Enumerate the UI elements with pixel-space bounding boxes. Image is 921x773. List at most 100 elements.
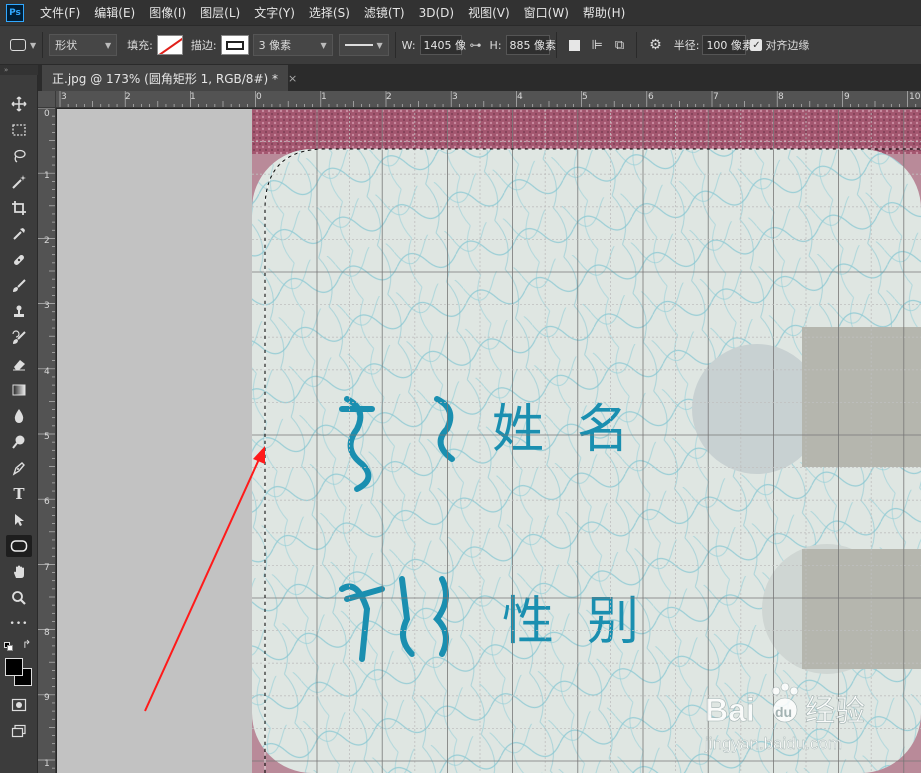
- pen-tool-icon[interactable]: [6, 457, 32, 479]
- ruler-label: 3: [61, 92, 67, 102]
- clone-stamp-tool-icon[interactable]: [6, 301, 32, 323]
- ruler-label: 7: [713, 92, 719, 102]
- height-value: 885 像素: [509, 39, 557, 52]
- menu-help[interactable]: 帮助(H): [583, 4, 625, 21]
- annotation-arrow: [144, 446, 265, 712]
- width-input[interactable]: 1405 像: [419, 35, 466, 55]
- path-alignment-icon[interactable]: ⊫: [592, 38, 603, 53]
- document-canvas[interactable]: 姓 名 性 别 Bai du 经验 jingyan.baidu.com: [57, 109, 921, 773]
- lasso-tool-icon[interactable]: [6, 145, 32, 167]
- menu-filter[interactable]: 滤镜(T): [364, 4, 405, 21]
- default-colors-icon[interactable]: [4, 642, 13, 651]
- align-edges-label: 对齐边缘: [765, 39, 810, 52]
- close-icon[interactable]: ×: [288, 72, 297, 85]
- width-label: W:: [401, 38, 416, 52]
- history-brush-tool-icon[interactable]: [6, 327, 32, 349]
- swap-colors-icon[interactable]: ↱: [22, 638, 31, 651]
- brush-tool-icon[interactable]: [6, 275, 32, 297]
- ruler-label: 4: [44, 367, 50, 377]
- ruler-label: 10: [909, 92, 921, 102]
- ruler-label: 6: [648, 92, 654, 102]
- dodge-tool-icon[interactable]: [6, 431, 32, 453]
- ruler-label: 3: [44, 301, 50, 311]
- divider: [42, 32, 44, 58]
- link-icon[interactable]: ⊶: [470, 38, 482, 52]
- gear-icon[interactable]: ⚙: [649, 37, 662, 53]
- align-edges-checkbox[interactable]: ✓ 对齐边缘: [750, 37, 809, 53]
- tool-preset-picker[interactable]: ▼: [10, 39, 36, 51]
- eyedropper-tool-icon[interactable]: [6, 223, 32, 245]
- ruler-label: 9: [844, 92, 850, 102]
- ruler-label: 1: [44, 759, 50, 769]
- options-bar: ▼ 形状 ▼ 填充: 描边: 3 像素 ▼ ▼ W: 1405 像 ⊶ H: 8…: [0, 25, 921, 65]
- eraser-tool-icon[interactable]: [6, 353, 32, 375]
- menu-select[interactable]: 选择(S): [309, 4, 350, 21]
- path-arrangement-icon[interactable]: ⧉: [615, 38, 624, 53]
- fill-label: 填充:: [127, 39, 153, 52]
- photoshop-logo-icon[interactable]: Ps: [6, 3, 24, 22]
- ruler-label: 1: [321, 92, 327, 102]
- solid-line-icon: [344, 44, 373, 46]
- type-tool-icon[interactable]: T: [6, 483, 32, 505]
- ruler-origin[interactable]: [38, 91, 56, 108]
- menu-3d[interactable]: 3D(D): [419, 6, 454, 20]
- watermark-paw-text: du: [775, 704, 792, 720]
- document-tab[interactable]: 正.jpg @ 173% (圆角矩形 1, RGB/8#) * ×: [42, 65, 297, 91]
- ruler-label: 2: [44, 236, 50, 246]
- rounded-rectangle-preset-icon: [10, 39, 26, 51]
- stroke-label: 描边:: [190, 39, 217, 52]
- more-tools-icon[interactable]: •••: [6, 613, 32, 635]
- ruler-label: 5: [44, 432, 50, 442]
- width-value: 1405 像: [423, 39, 467, 52]
- ruler-label: 2: [386, 92, 392, 102]
- fill-swatch[interactable]: [156, 35, 183, 55]
- menu-type[interactable]: 文字(Y): [254, 4, 295, 21]
- ruler-label: 2: [125, 92, 131, 102]
- ruler-label: 1: [44, 171, 50, 181]
- path-selection-tool-icon[interactable]: [6, 509, 32, 531]
- foreground-color-swatch[interactable]: [5, 658, 23, 676]
- document-tab-bar: 正.jpg @ 173% (圆角矩形 1, RGB/8#) * ×: [38, 65, 921, 91]
- document-tab-title: 正.jpg @ 173% (圆角矩形 1, RGB/8#) *: [52, 71, 278, 86]
- path-operations-icon[interactable]: [568, 39, 580, 51]
- stroke-type-select[interactable]: ▼: [338, 34, 389, 56]
- menu-view[interactable]: 视图(V): [468, 4, 510, 21]
- menu-image[interactable]: 图像(I): [149, 4, 186, 21]
- mode-select[interactable]: 形状 ▼: [49, 34, 118, 56]
- radius-input[interactable]: 100 像素: [702, 35, 753, 55]
- magic-wand-tool-icon[interactable]: [6, 171, 32, 193]
- radius-label: 半径:: [673, 39, 700, 52]
- menu-file[interactable]: 文件(F): [40, 4, 80, 21]
- stroke-swatch[interactable]: [220, 35, 249, 55]
- rounded-rectangle-tool-icon[interactable]: [6, 535, 32, 557]
- marquee-tool-icon[interactable]: [6, 119, 32, 141]
- ruler-label: 4: [517, 92, 523, 102]
- ruler-label: 0: [44, 109, 50, 119]
- stroke-width-field[interactable]: 3 像素 ▼: [252, 34, 333, 56]
- watermark-url-text: jingyan.baidu.com: [704, 734, 842, 753]
- blur-tool-icon[interactable]: [6, 405, 32, 427]
- ruler-label: 7: [44, 563, 50, 573]
- menu-layer[interactable]: 图层(L): [200, 4, 240, 21]
- checkmark-icon: ✓: [750, 39, 763, 51]
- menu-bar: Ps 文件(F) 编辑(E) 图像(I) 图层(L) 文字(Y) 选择(S) 滤…: [0, 0, 921, 25]
- vertical-ruler[interactable]: 0 1 2 3 4 5 6 7 8 9 1: [38, 108, 56, 773]
- screen-mode-icon[interactable]: [6, 720, 32, 742]
- radius-value: 100 像素: [706, 39, 753, 52]
- gradient-tool-icon[interactable]: [6, 379, 32, 401]
- move-tool-icon[interactable]: [6, 93, 32, 115]
- healing-brush-tool-icon[interactable]: [6, 249, 32, 271]
- height-input[interactable]: 885 像素: [505, 35, 556, 55]
- menu-window[interactable]: 窗口(W): [524, 4, 569, 21]
- chevron-down-icon: ▼: [105, 40, 112, 50]
- menu-edit[interactable]: 编辑(E): [94, 4, 135, 21]
- ruler-label: 1: [190, 92, 196, 102]
- chevron-down-icon: ▼: [376, 40, 383, 50]
- divider: [555, 32, 557, 58]
- zoom-tool-icon[interactable]: [6, 587, 32, 609]
- quick-mask-icon[interactable]: [6, 694, 32, 716]
- horizontal-ruler[interactable]: 3 2 1 0 1 2 3 4 5 6 7 8 9 10: [56, 91, 921, 108]
- crop-tool-icon[interactable]: [6, 197, 32, 219]
- hand-tool-icon[interactable]: [6, 561, 32, 583]
- collapse-panel-icon[interactable]: »: [0, 65, 38, 75]
